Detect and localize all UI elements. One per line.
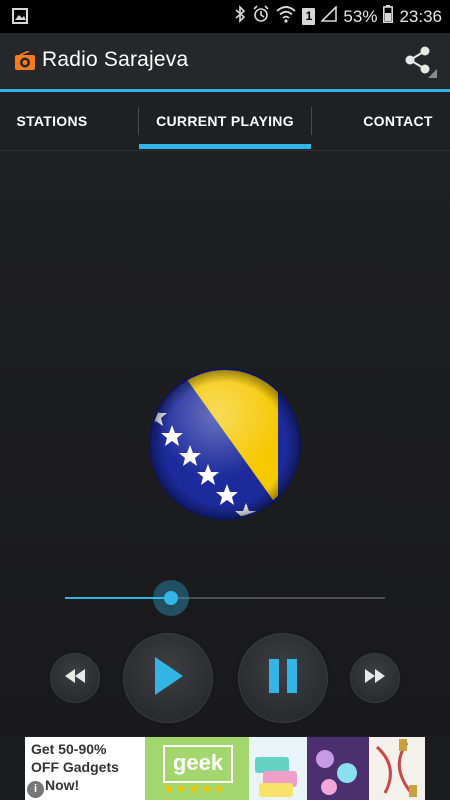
wifi-icon xyxy=(276,5,297,28)
station-flag-image xyxy=(148,367,302,521)
tab-bar: STATIONS CURRENT PLAYING CONTACT xyxy=(0,92,450,151)
tab-stations[interactable]: STATIONS xyxy=(0,92,104,150)
radio-icon xyxy=(14,50,36,76)
ad-info-icon[interactable]: i xyxy=(27,781,44,798)
battery-percent: 53% xyxy=(343,6,378,26)
seek-bar[interactable] xyxy=(65,580,385,616)
tab-divider xyxy=(311,107,312,135)
rewind-icon xyxy=(64,668,86,688)
ad-headline: Get 50-90% OFF Gadgets Now! xyxy=(31,741,119,793)
seek-thumb[interactable] xyxy=(152,580,189,616)
tab-selected-indicator xyxy=(139,144,311,149)
player-panel xyxy=(0,151,450,736)
sim-icon: 1 xyxy=(302,8,316,25)
pause-icon xyxy=(266,658,300,698)
alarm-icon xyxy=(252,5,270,28)
rewind-button[interactable] xyxy=(47,650,103,706)
gallery-icon xyxy=(12,8,28,29)
ad-logo-text: geek xyxy=(163,745,233,783)
ad-logo: geek ★★★★★ xyxy=(145,737,249,800)
ad-rating-stars: ★★★★★ xyxy=(163,781,227,796)
bluetooth-icon xyxy=(234,5,246,28)
status-bar: 1 53% 23:36 xyxy=(0,0,450,33)
app-title: Radio Sarajeva xyxy=(42,48,189,71)
share-icon xyxy=(404,46,438,83)
clock: 23:36 xyxy=(399,6,442,26)
battery-icon xyxy=(383,5,394,28)
action-bar: Radio Sarajeva xyxy=(0,33,450,92)
ad-banner[interactable]: Get 50-90% OFF Gadgets Now! i geek ★★★★★ xyxy=(25,737,425,800)
ad-product-images xyxy=(249,737,425,800)
play-icon xyxy=(151,656,185,701)
share-button[interactable] xyxy=(404,45,438,79)
play-button[interactable] xyxy=(120,630,216,726)
tab-contact[interactable]: CONTACT xyxy=(346,92,450,150)
fast-forward-icon xyxy=(364,668,386,688)
tab-current-playing[interactable]: CURRENT PLAYING xyxy=(139,92,311,150)
fast-forward-button[interactable] xyxy=(347,650,403,706)
signal-icon xyxy=(320,5,338,27)
pause-button[interactable] xyxy=(235,630,331,726)
